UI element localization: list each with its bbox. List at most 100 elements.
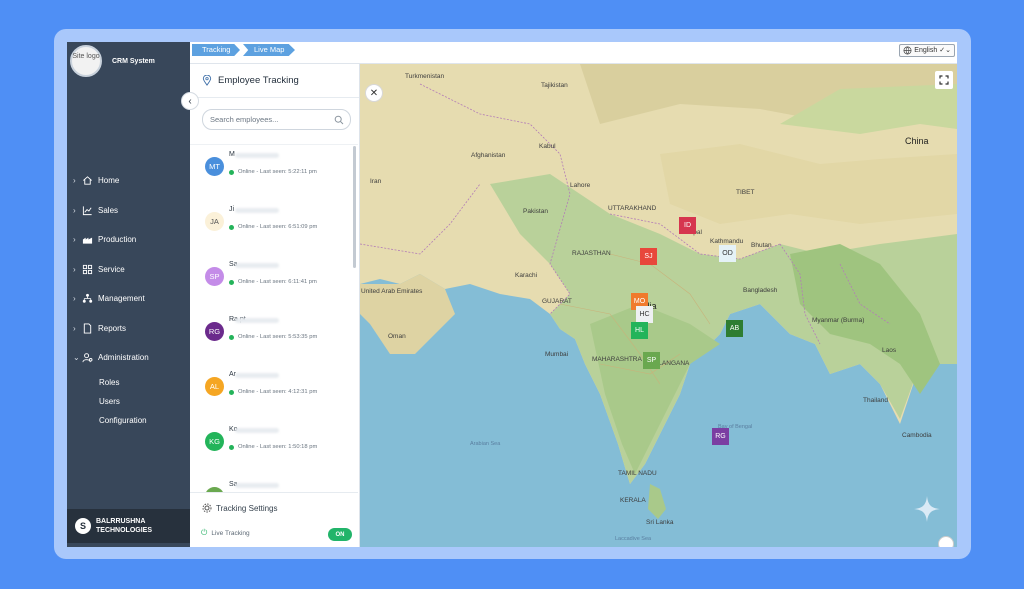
sidebar-nav: › Home › Sales › Production › Service › [67,166,190,430]
status-text: Online - Last seen: 6:11:41 pm [238,279,317,285]
company-logo: S [75,518,91,534]
map-base [360,64,957,547]
name-redaction [235,153,279,158]
collapse-sidebar-button[interactable]: ‹ [181,92,199,110]
fullscreen-icon [939,75,949,85]
list-scrollbar[interactable] [353,146,356,268]
live-map[interactable]: Turkmenistan Tajikistan Kabul Afghanista… [360,64,957,547]
map-label-laos: Laos [882,347,897,354]
employee-list[interactable]: MT M Online - Last seen: 5:22:11 pm JA J… [190,144,358,492]
map-label-cambodia: Cambodia [902,432,932,439]
map-label-gujarat: GUJARAT [542,298,572,305]
live-tracking-label: ⏻ Live Tracking [201,528,250,538]
panel-header: Employee Tracking [190,64,359,98]
chevron-right-icon: › [73,235,76,245]
live-tracking-toggle[interactable]: ON [328,528,352,541]
map-label-iran: Iran [370,178,382,185]
company-brand: S BALRRUSHNA TECHNOLOGIES [67,509,190,543]
sidebar-item-label: Sales [98,205,119,215]
employee-marker[interactable]: AB [726,320,743,337]
sidebar-item-sales[interactable]: › Sales [67,196,190,226]
sidebar-item-reports[interactable]: › Reports [67,314,190,344]
sidebar-item-label: Service [98,264,125,274]
map-label-kathmandu: Kathmandu [710,238,744,245]
list-item[interactable]: AL Ar Online - Last seen: 4:12:31 pm [190,365,354,419]
gear-icon [202,503,212,513]
chevron-right-icon: › [73,294,76,304]
employee-status: Online - Last seen: 6:51:09 pm [229,224,317,230]
map-label-oman: Oman [388,333,406,340]
status-text: Online - Last seen: 5:53:35 pm [238,334,318,340]
sidebar-item-label: Administration [98,353,149,363]
list-item[interactable]: KG Ko Online - Last seen: 1:50:18 pm [190,420,354,474]
compass-button[interactable] [938,536,954,547]
sidebar-item-production[interactable]: › Production [67,225,190,255]
employee-name: Ji [229,206,235,213]
sidebar-item-management[interactable]: › Management [67,284,190,314]
map-label-bhutan: Bhutan [751,242,772,249]
live-tracking-text: Live Tracking [211,529,250,537]
grid-icon [81,263,94,275]
online-dot [229,224,234,230]
power-icon: ⏻ [201,528,208,537]
sidebar-item-home[interactable]: › Home [67,166,190,196]
close-map-button[interactable]: ✕ [365,84,383,102]
avatar: MT [205,157,224,176]
language-selector[interactable]: English ✓⌄ [899,44,955,57]
employee-marker[interactable]: OD [719,245,736,262]
employee-marker[interactable]: HL [631,322,648,339]
list-item[interactable]: RG Ra pt Online - Last seen: 5:53:35 pm [190,310,354,364]
sidebar-subitem-users[interactable]: Users [67,392,190,411]
status-text: Online - Last seen: 6:51:09 pm [238,224,318,230]
breadcrumb-tracking[interactable]: Tracking [192,44,240,56]
employee-status: Online - Last seen: 6:11:41 pm [229,279,317,285]
map-label-maharashtra: MAHARASHTRA [592,356,642,363]
employee-marker[interactable]: HC [636,306,653,323]
avatar: JA [205,212,224,231]
breadcrumb-live-map[interactable]: Live Map [243,44,295,56]
online-dot [229,444,234,450]
employee-status: Online - Last seen: 5:53:35 pm [229,334,317,340]
map-label-uttarakhand: UTTARAKHAND [608,205,657,212]
document-icon [81,322,94,334]
list-item[interactable]: SA Sa [190,475,354,492]
sidebar-subitem-roles[interactable]: Roles [67,373,190,392]
search-icon[interactable] [334,115,344,125]
sidebar-item-label: Reports [98,323,127,333]
map-label-turkmenistan: Turkmenistan [405,73,445,80]
employee-status: Online - Last seen: 4:12:31 pm [229,389,317,395]
employee-marker[interactable]: ID [679,217,696,234]
chevron-right-icon: › [73,176,76,186]
list-item[interactable]: JA Ji Online - Last seen: 6:51:09 pm [190,200,354,254]
map-label-thailand: Thailand [863,397,888,404]
employee-marker[interactable]: RG [712,428,729,445]
list-item[interactable]: MT M Online - Last seen: 5:22:11 pm [190,145,354,199]
map-label-tajikistan: Tajikistan [541,82,568,89]
tracking-settings: Tracking Settings ⏻ Live Tracking ON [190,492,358,547]
factory-icon [81,234,94,246]
chevron-left-icon: ‹ [188,95,192,107]
online-dot [229,389,234,395]
employee-status: Online - Last seen: 1:50:18 pm [229,444,317,450]
org-icon [81,293,94,305]
chevron-down-icon: ✓⌄ [939,47,951,54]
fullscreen-button[interactable] [935,71,953,89]
employee-marker[interactable]: SJ [640,248,657,265]
employee-panel: Employee Tracking Search employees... MT… [190,64,360,547]
map-label-laccadive-sea: Laccadive Sea [615,536,652,542]
sidebar-item-label: Production [98,235,137,245]
name-redaction [235,318,279,323]
map-label-lahore: Lahore [570,182,591,189]
sidebar-item-administration[interactable]: ⌄ Administration [67,343,190,373]
sidebar-item-service[interactable]: › Service [67,255,190,285]
sparkle-icon [914,496,940,522]
employee-search-input[interactable]: Search employees... [202,109,351,130]
settings-title: Tracking Settings [202,503,278,513]
site-logo[interactable]: Site logo [70,45,102,77]
sidebar-subitem-configuration[interactable]: Configuration [67,411,190,430]
name-redaction [235,263,279,268]
status-text: Online - Last seen: 5:22:11 pm [238,169,317,175]
sidebar-item-label: Management [98,294,145,304]
list-item[interactable]: SP Sa Online - Last seen: 6:11:41 pm [190,255,354,309]
employee-marker[interactable]: SP [643,352,660,369]
